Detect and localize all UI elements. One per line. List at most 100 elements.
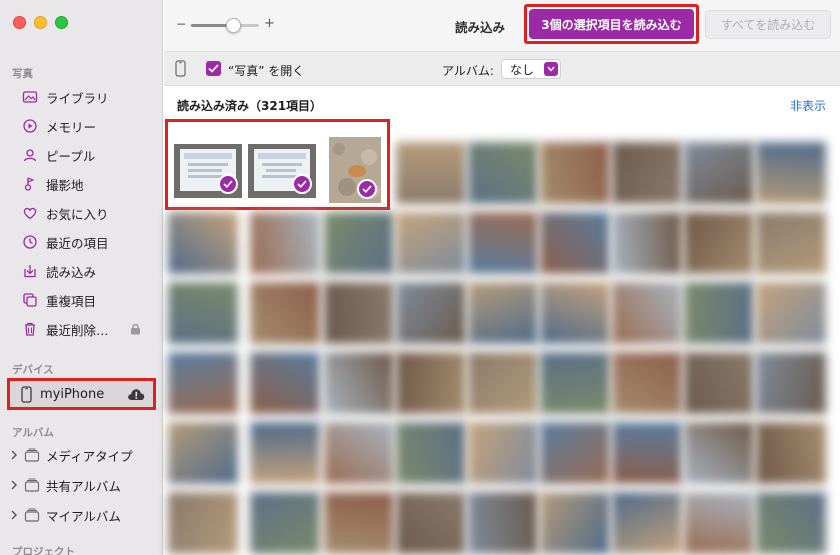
zoom-in-icon[interactable]: + [264, 16, 275, 31]
photo-thumbnail[interactable] [684, 352, 754, 414]
photo-thumbnail[interactable] [468, 142, 538, 204]
import-selected-label: 3個の選択項目を読み込む [529, 9, 694, 39]
zoom-window-button[interactable] [55, 16, 68, 29]
sidebar-item-label: お気に入り [46, 206, 109, 222]
sidebar-item-label: 最近削除… [46, 322, 109, 338]
photo-thumbnail[interactable] [324, 212, 394, 274]
library-icon [22, 91, 38, 103]
album-field-label: アルバム: [442, 64, 494, 78]
sidebar-album-media-types[interactable]: メディアタイプ [10, 443, 133, 467]
album-select-value: なし [510, 62, 535, 77]
chevron-right-icon[interactable] [10, 510, 18, 520]
photo-thumbnail[interactable] [324, 352, 394, 414]
folder-stack-icon [24, 448, 40, 462]
sidebar-item-label: 最近の項目 [46, 235, 109, 251]
section-title-photos: 写真 [12, 68, 33, 80]
sidebar-item-label: 読み込み [46, 264, 97, 280]
chevron-down-icon [544, 62, 558, 76]
imported-section-title: 読み込み済み（321項目） [177, 99, 323, 113]
people-icon [23, 149, 37, 162]
chevron-right-icon[interactable] [10, 480, 18, 490]
zoom-slider-knob[interactable] [225, 18, 241, 33]
sidebar-item-device[interactable]: myiPhone [7, 378, 156, 410]
device-label: myiPhone [40, 386, 105, 402]
photo-thumbnail[interactable] [684, 282, 754, 344]
photo-thumbnail[interactable] [396, 142, 466, 204]
minimize-window-button[interactable] [34, 16, 47, 29]
photo-thumbnail[interactable] [612, 492, 682, 554]
sidebar-item-places[interactable]: 撮影地 [22, 172, 152, 196]
zoom-slider[interactable] [191, 18, 259, 33]
sidebar-item-people[interactable]: ピープル [22, 143, 152, 167]
sidebar-item-memories[interactable]: メモリー [22, 114, 152, 138]
photo-thumbnail[interactable] [540, 422, 610, 484]
photo-thumbnail[interactable] [612, 352, 682, 414]
hide-link[interactable]: 非表示 [790, 97, 826, 114]
photo-thumbnail[interactable] [324, 282, 394, 344]
clock-icon [23, 235, 37, 249]
trash-icon [25, 322, 35, 336]
photo-thumbnail[interactable] [684, 422, 754, 484]
photo-thumbnail[interactable] [684, 492, 754, 554]
sidebar-item-recently-deleted[interactable]: 最近削除… [22, 317, 152, 341]
photo-thumbnail[interactable] [468, 492, 538, 554]
photo-thumbnail[interactable] [250, 352, 320, 414]
photo-thumbnail[interactable] [756, 282, 826, 344]
photo-thumbnail[interactable] [396, 422, 466, 484]
import-selected-button[interactable]: 3個の選択項目を読み込む [524, 4, 699, 44]
photo-thumbnail[interactable] [168, 352, 238, 414]
sidebar-item-duplicates[interactable]: 重複項目 [22, 288, 152, 312]
main-content: − + 読み込み 3個の選択項目を読み込む すべてを読み込む “写真” を開く … [164, 0, 840, 555]
photo-thumbnail[interactable] [684, 212, 754, 274]
photo-thumbnail[interactable] [250, 212, 320, 274]
photo-thumbnail[interactable] [468, 282, 538, 344]
photo-thumbnail[interactable] [756, 142, 826, 204]
photo-thumbnail[interactable] [468, 352, 538, 414]
photo-thumbnail[interactable] [168, 492, 238, 554]
photo-thumbnail[interactable] [756, 492, 826, 554]
photo-thumbnail[interactable] [250, 492, 320, 554]
photo-thumbnail[interactable] [324, 492, 394, 554]
photo-thumbnail[interactable] [684, 142, 754, 204]
photo-thumbnail[interactable] [756, 212, 826, 274]
photo-thumbnail[interactable] [540, 492, 610, 554]
photo-thumbnail[interactable] [396, 492, 466, 554]
photo-thumbnail[interactable] [612, 422, 682, 484]
photo-thumbnail[interactable] [168, 212, 238, 274]
photo-thumbnail[interactable] [168, 282, 238, 344]
photo-thumbnail[interactable] [540, 352, 610, 414]
photo-thumbnail[interactable] [540, 212, 610, 274]
photo-thumbnail[interactable] [756, 422, 826, 484]
photo-thumbnail[interactable] [168, 422, 238, 484]
album-select[interactable]: なし [501, 59, 561, 79]
sidebar-item-recents[interactable]: 最近の項目 [22, 230, 152, 254]
photo-thumbnail[interactable] [396, 282, 466, 344]
cloud-alert-icon [128, 389, 145, 400]
sidebar-item-favorites[interactable]: お気に入り [22, 201, 152, 225]
photo-thumbnail[interactable] [468, 212, 538, 274]
zoom-out-icon[interactable]: − [176, 17, 186, 31]
photo-thumbnail[interactable] [756, 352, 826, 414]
open-photos-checkbox[interactable] [206, 61, 221, 76]
photo-thumbnail[interactable] [540, 282, 610, 344]
import-all-button[interactable]: すべてを読み込む [705, 10, 831, 39]
sidebar-item-imports[interactable]: 読み込み [22, 259, 152, 283]
chevron-right-icon[interactable] [10, 450, 18, 460]
photo-thumbnail[interactable] [540, 142, 610, 204]
close-window-button[interactable] [13, 16, 26, 29]
photo-thumbnail[interactable] [612, 212, 682, 274]
photo-thumbnail[interactable] [324, 422, 394, 484]
photo-thumbnail[interactable] [468, 422, 538, 484]
photo-thumbnail[interactable] [250, 422, 320, 484]
sidebar-item-library[interactable]: ライブラリ [22, 85, 152, 109]
folder-stack-icon [24, 508, 40, 522]
photo-thumbnail[interactable] [396, 352, 466, 414]
sidebar-item-label: ライブラリ [46, 90, 109, 106]
sidebar-album-shared[interactable]: 共有アルバム [10, 473, 121, 497]
photo-grid [168, 130, 840, 555]
photo-thumbnail[interactable] [250, 282, 320, 344]
photo-thumbnail[interactable] [396, 212, 466, 274]
photo-thumbnail[interactable] [612, 282, 682, 344]
photo-thumbnail[interactable] [612, 142, 682, 204]
sidebar-album-my-albums[interactable]: マイアルバム [10, 503, 121, 527]
